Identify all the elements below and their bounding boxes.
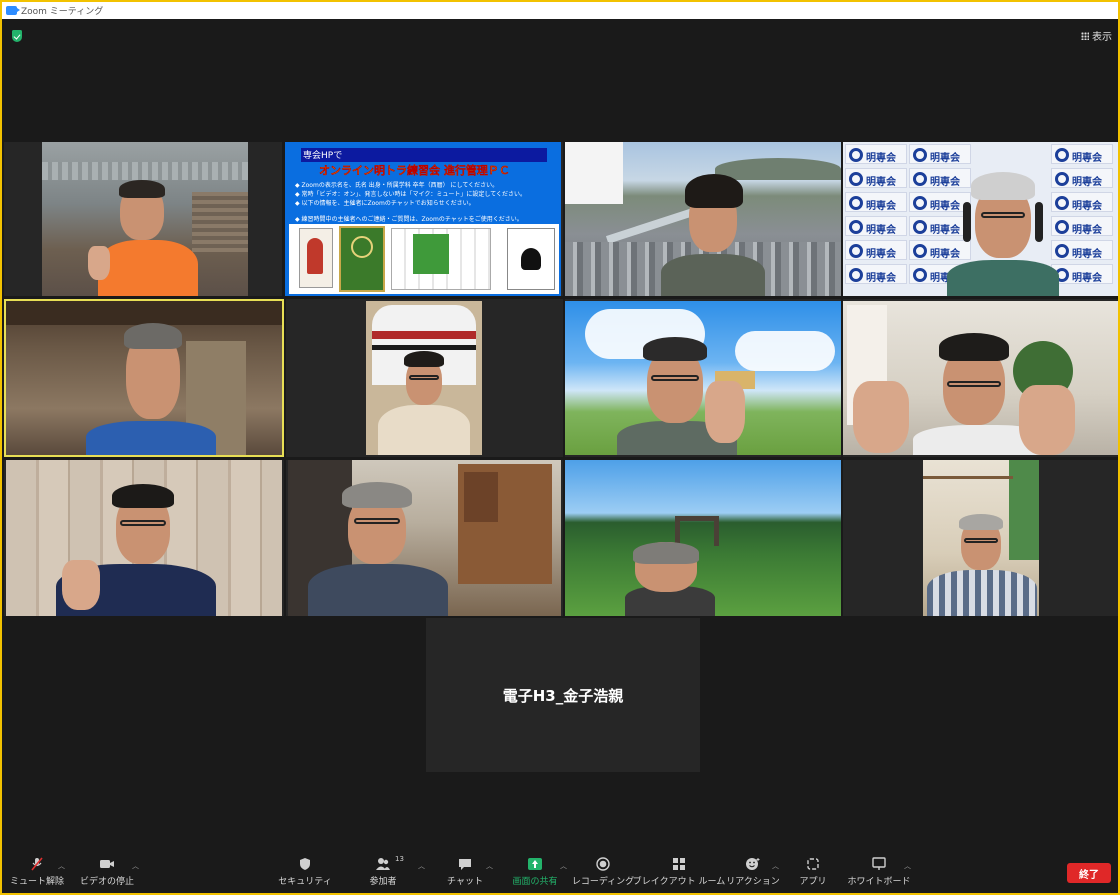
share-screen-icon xyxy=(528,858,542,870)
whiteboard-label: ホワイトボード xyxy=(847,877,911,887)
view-button[interactable]: 表示 xyxy=(1081,28,1112,43)
audio-options-chevron-icon[interactable]: ︿ xyxy=(58,861,65,871)
video-tile-4[interactable]: 明専会 明専会 明専会 明専会 明専会 明専会 明専会 明専会 明専会 明専会 … xyxy=(843,142,1118,296)
slide-line-3: ◆ 以下の情報を、主催者にZoomのチャットでお知らせください。 xyxy=(295,200,475,207)
video-feed xyxy=(6,460,282,616)
video-tile-1[interactable] xyxy=(4,142,282,296)
video-tile-9[interactable] xyxy=(4,460,284,616)
whiteboard-icon xyxy=(872,857,886,870)
participant-name: 電子H3_金子浩親 xyxy=(502,686,624,705)
encryption-shield-icon[interactable] xyxy=(12,30,22,42)
chat-chevron-icon[interactable]: ︿ xyxy=(486,861,493,871)
share-screen-label: 画面の共有 xyxy=(512,877,558,887)
zoom-app-icon xyxy=(6,6,20,15)
breakout-rooms-icon xyxy=(673,858,685,870)
participants-icon xyxy=(376,858,390,870)
video-feed xyxy=(565,142,841,296)
title-bar: Zoom ミーティング xyxy=(2,2,1118,19)
slide-header: 専会HPで xyxy=(301,148,547,162)
share-chevron-icon[interactable]: ︿ xyxy=(560,861,567,871)
participants-count: 13 xyxy=(395,855,404,863)
video-feed: 明専会 明専会 明専会 明専会 明専会 明専会 明専会 明専会 明専会 明専会 … xyxy=(843,142,1118,296)
participants-chevron-icon[interactable]: ︿ xyxy=(418,861,425,871)
chat-label: チャット xyxy=(447,877,483,887)
chat-bubble-icon xyxy=(459,859,471,870)
slide-line-2: ◆ 常時「ビデオ：オン」、発言しない時は「マイク：ミュート」に設定してください。 xyxy=(295,191,527,198)
stop-video-label: ビデオの停止 xyxy=(79,877,134,887)
whiteboard-chevron-icon[interactable]: ︿ xyxy=(904,861,911,871)
video-feed xyxy=(6,301,282,455)
record-label: レコーディング xyxy=(571,877,635,887)
smiley-icon xyxy=(746,858,760,870)
record-icon xyxy=(596,857,610,871)
video-feed xyxy=(288,460,561,616)
video-tile-5-active-speaker[interactable] xyxy=(4,299,284,457)
reactions-label: リアクション xyxy=(726,877,780,887)
record-button[interactable]: レコーディング xyxy=(568,857,638,887)
video-tile-11[interactable] xyxy=(565,460,841,616)
breakout-rooms-button[interactable]: ブレイクアウト ルーム xyxy=(633,857,725,887)
video-feed xyxy=(366,301,482,455)
security-button[interactable]: セキュリティ xyxy=(270,857,340,887)
video-feed xyxy=(565,301,841,455)
apps-button[interactable]: アプリ xyxy=(778,857,848,887)
shield-icon xyxy=(300,858,310,870)
unmute-label: ミュート解除 xyxy=(9,877,64,887)
microphone-muted-icon xyxy=(31,857,43,871)
video-tile-6[interactable] xyxy=(286,299,563,457)
participant-tile-video-off[interactable]: 電子H3_金子浩親 xyxy=(426,618,700,772)
security-label: セキュリティ xyxy=(278,877,332,887)
apps-label: アプリ xyxy=(799,877,827,887)
video-camera-icon xyxy=(100,860,114,868)
participants-button[interactable]: 13 参加者 xyxy=(348,855,418,887)
video-feed xyxy=(843,301,1118,455)
end-meeting-button[interactable]: 終了 xyxy=(1067,863,1111,883)
zoom-window: Zoom ミーティング 表示 専会HPで オンライン明トラ練習会 進行管理ＰＣ … xyxy=(2,2,1118,893)
slide-line-1: ◆ Zoomの表示名を、氏名 出身・所属学科 卒年（西暦） にしてください。 xyxy=(295,182,499,189)
video-feed xyxy=(42,142,248,296)
slide-title: オンライン明トラ練習会 進行管理ＰＣ xyxy=(319,164,510,177)
video-tile-2[interactable]: 専会HPで オンライン明トラ練習会 進行管理ＰＣ ◆ Zoomの表示名を、氏名 … xyxy=(285,142,563,296)
video-tile-8[interactable] xyxy=(843,299,1118,457)
participants-label: 参加者 xyxy=(369,877,397,887)
video-feed xyxy=(565,460,841,616)
video-tile-7[interactable] xyxy=(565,299,841,457)
breakout-rooms-label: ブレイクアウト ルーム xyxy=(632,877,726,887)
video-tile-10[interactable] xyxy=(286,460,563,616)
apps-icon xyxy=(807,858,819,870)
view-label: 表示 xyxy=(1092,32,1112,43)
video-tile-3[interactable] xyxy=(565,142,841,296)
meeting-toolbar: ミュート解除 ︿ ビデオの停止 ︿ セキュリティ 13 参加者 ︿ チャット ︿… xyxy=(2,855,1118,893)
video-feed xyxy=(923,460,1039,616)
shared-slide: 専会HPで オンライン明トラ練習会 進行管理ＰＣ ◆ Zoomの表示名を、氏名 … xyxy=(285,142,561,296)
grid-view-icon xyxy=(1081,31,1089,40)
slide-line-4: ◆ 練習時間中の主催者へのご連絡・ご質問は、Zoomのチャットをご使用ください。 xyxy=(295,216,523,223)
window-title: Zoom ミーティング xyxy=(21,7,104,17)
video-tile-12[interactable] xyxy=(843,460,1118,616)
video-options-chevron-icon[interactable]: ︿ xyxy=(132,861,139,871)
